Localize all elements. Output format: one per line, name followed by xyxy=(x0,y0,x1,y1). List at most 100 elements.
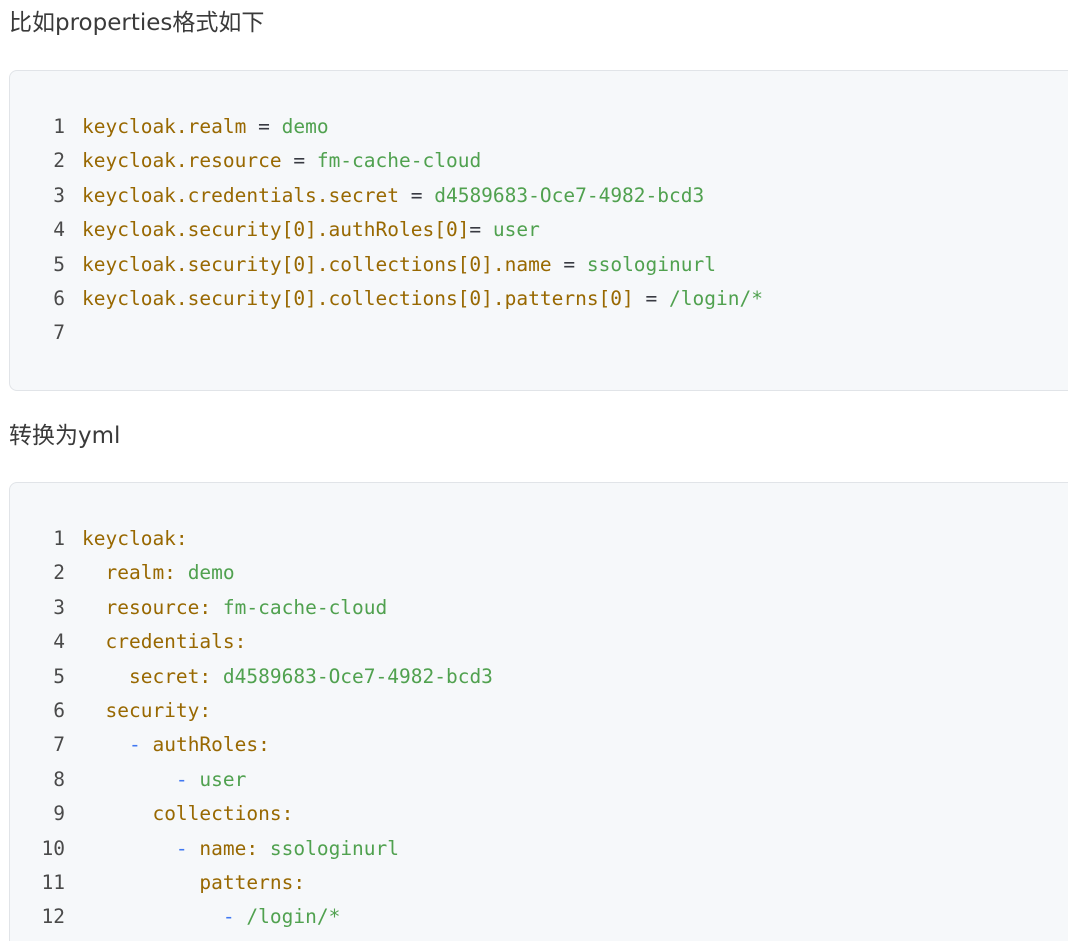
code-line: 7 - authRoles: xyxy=(10,728,1068,762)
code-value: d4589683-Oce7-4982-bcd3 xyxy=(434,183,705,207)
code-operator xyxy=(188,768,200,791)
code-operator xyxy=(82,871,199,894)
code-operator xyxy=(82,630,105,653)
code-operator: = xyxy=(398,183,435,207)
code-line: 12 - /login/* xyxy=(10,900,1068,934)
code-operator xyxy=(82,768,176,791)
code-operator xyxy=(82,802,152,825)
line-number: 11 xyxy=(41,870,65,894)
code-key: secret: xyxy=(128,664,212,688)
code-line: 11 patterns: xyxy=(10,866,1068,900)
code-line: 1 keycloak.realm = demo xyxy=(10,110,1068,144)
code-line: 6 keycloak.security[0].collections[0].pat… xyxy=(10,282,1068,316)
line-number: 2 xyxy=(53,561,65,585)
code-line: 8 - user xyxy=(10,763,1068,797)
code-line: 5 keycloak.security[0].collections[0].nam… xyxy=(10,248,1068,282)
line-number: 7 xyxy=(53,321,65,345)
code-value: user xyxy=(492,218,540,242)
code-key: keycloak.resource xyxy=(82,149,282,173)
convert-paragraph: 转换为yml xyxy=(9,423,121,449)
code-value: ssologinurl xyxy=(269,836,400,860)
line-number: 3 xyxy=(53,595,65,619)
code-operator xyxy=(82,905,223,928)
code-operator: = xyxy=(469,218,493,242)
code-operator xyxy=(82,561,105,584)
line-number: 8 xyxy=(53,767,65,791)
line-number: 2 xyxy=(53,149,65,173)
code-key: name: xyxy=(199,836,259,860)
line-number: 9 xyxy=(53,802,65,826)
line-number: 12 xyxy=(41,905,65,929)
code-line: 4 keycloak.security[0].authRoles[0]= user xyxy=(10,213,1068,247)
code-operator: = xyxy=(633,286,670,310)
code-line: 10 - name: ssologinurl xyxy=(10,832,1068,866)
code-line: 2 keycloak.resource = fm-cache-cloud xyxy=(10,144,1068,178)
code-value: /login/* xyxy=(246,905,341,929)
code-operator: = xyxy=(281,149,317,173)
line-number: 1 xyxy=(53,115,65,138)
code-value: user xyxy=(199,767,247,791)
line-number: 4 xyxy=(53,630,65,654)
code-key: collections: xyxy=(152,802,294,826)
code-operator xyxy=(82,699,105,722)
code-operator xyxy=(211,596,223,619)
code-key: realm: xyxy=(105,561,176,585)
line-number: 1 xyxy=(53,527,65,550)
code-value: /login/* xyxy=(669,286,763,310)
line-number: 5 xyxy=(53,252,65,276)
code-line: 3 keycloak.credentials.secret = d4589683-… xyxy=(10,179,1068,213)
yml-code-block: 1 keycloak: 2 realm: demo 3 resource: fm-ca… xyxy=(9,482,1068,941)
code-line: 9 collections: xyxy=(10,797,1068,831)
code-value: fm-cache-cloud xyxy=(316,149,482,173)
code-operator xyxy=(211,665,223,688)
code-line: 7 xyxy=(10,316,1068,350)
code-line: 6 security: xyxy=(10,694,1068,728)
code-value: demo xyxy=(281,115,329,138)
line-number: 10 xyxy=(41,836,65,860)
code-line: 3 resource: fm-cache-cloud xyxy=(10,591,1068,625)
intro-paragraph: 比如properties格式如下 xyxy=(9,10,265,36)
code-list-dash: - xyxy=(175,836,188,860)
code-key: security: xyxy=(105,698,212,722)
code-key: keycloak.credentials.secret xyxy=(82,183,399,207)
code-key: keycloak.security[0].collections[0].name xyxy=(82,252,552,276)
code-key: credentials: xyxy=(105,630,247,654)
code-line: 5 secret: d4589683-Oce7-4982-bcd3 xyxy=(10,660,1068,694)
code-value: d4589683-Oce7-4982-bcd3 xyxy=(222,664,493,688)
code-operator: = xyxy=(246,115,282,138)
code-key: patterns: xyxy=(199,870,306,894)
code-key: authRoles: xyxy=(152,733,270,757)
properties-code-block: 1 keycloak.realm = demo 2 keycloak.resource… xyxy=(9,70,1068,391)
line-number: 3 xyxy=(53,183,65,207)
code-value: ssologinurl xyxy=(586,252,716,276)
line-number: 4 xyxy=(53,218,65,242)
line-number: 5 xyxy=(53,664,65,688)
code-operator xyxy=(176,561,188,584)
code-value: demo xyxy=(187,561,235,585)
code-line: 4 credentials: xyxy=(10,625,1068,659)
code-operator xyxy=(235,905,247,928)
code-operator xyxy=(258,837,270,860)
yml-code-lines: 1 keycloak: 2 realm: demo 3 resource: fm-ca… xyxy=(10,522,1068,935)
code-value: fm-cache-cloud xyxy=(222,595,388,619)
code-operator xyxy=(188,837,200,860)
code-operator xyxy=(82,733,129,756)
code-operator xyxy=(141,733,153,756)
code-line: 2 realm: demo xyxy=(10,556,1068,590)
code-operator xyxy=(82,837,176,860)
code-key: keycloak: xyxy=(82,527,188,550)
code-list-dash: - xyxy=(222,905,235,929)
code-key: keycloak.security[0].collections[0].patt… xyxy=(82,286,634,310)
code-operator xyxy=(82,596,105,619)
code-operator: = xyxy=(551,252,587,276)
code-key: keycloak.realm xyxy=(82,115,247,138)
code-key: resource: xyxy=(105,595,212,619)
code-key: keycloak.security[0].authRoles[0] xyxy=(82,218,470,242)
line-number: 6 xyxy=(53,698,65,722)
code-list-dash: - xyxy=(175,767,188,791)
code-operator xyxy=(82,665,129,688)
code-list-dash: - xyxy=(128,733,141,757)
line-number: 7 xyxy=(53,733,65,757)
properties-code-lines: 1 keycloak.realm = demo 2 keycloak.resource… xyxy=(10,110,1068,351)
code-line: 1 keycloak: xyxy=(10,522,1068,556)
